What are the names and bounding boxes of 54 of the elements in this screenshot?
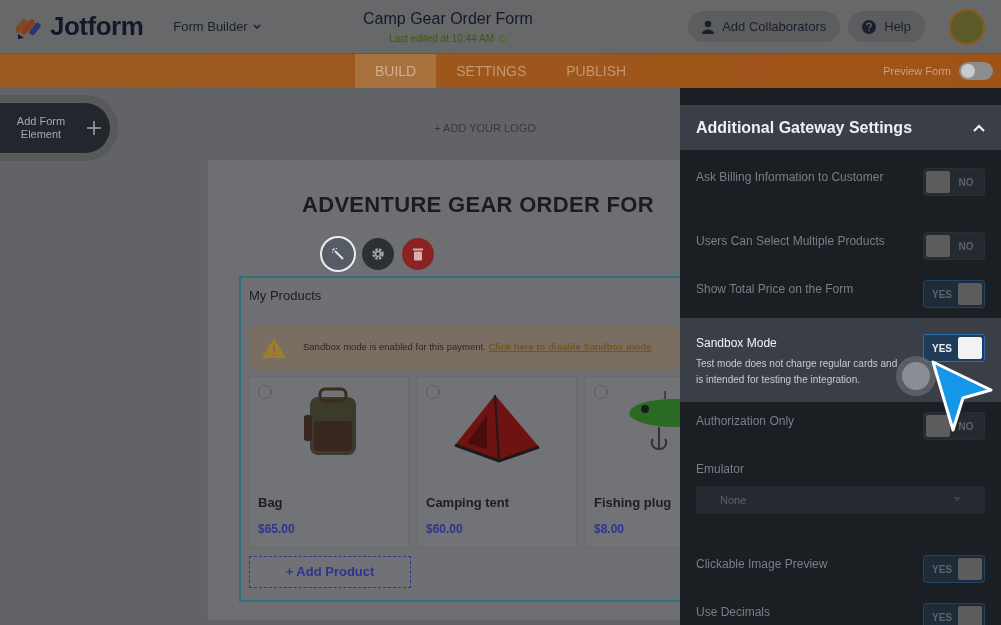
plus-icon — [86, 120, 102, 136]
form-heading: ADVENTURE GEAR ORDER FOR — [301, 191, 655, 219]
tab[interactable]: PUBLISH — [546, 54, 647, 88]
setting-label: Show Total Price on the Form — [696, 281, 854, 298]
refresh-icon — [498, 34, 507, 43]
delete-button[interactable] — [401, 238, 434, 270]
preview-toggle[interactable] — [959, 62, 993, 80]
setting-label: Ask Billing Information to Customer — [696, 169, 884, 186]
person-icon — [702, 19, 715, 34]
setting-label: Sandbox Mode — [696, 335, 778, 352]
panel-header[interactable]: Additional Gateway Settings — [680, 105, 1001, 150]
toggle-switch[interactable]: NO — [923, 168, 985, 196]
add-collaborators-button[interactable]: Add Collaborators — [688, 10, 841, 43]
help-button[interactable]: Help — [848, 10, 925, 43]
magic-wand-button[interactable] — [321, 238, 354, 270]
form-builder-menu[interactable]: Form Builder — [167, 15, 268, 38]
panel-title: Additional Gateway Settings — [696, 117, 913, 138]
gear-icon — [370, 247, 385, 261]
product-price: $65.00 — [258, 521, 296, 538]
toggle-switch[interactable]: NO — [923, 232, 985, 260]
magic-wand-icon — [330, 247, 345, 261]
product-name: Camping tent — [426, 493, 511, 512]
tab[interactable]: BUILD — [355, 54, 437, 88]
last-edited-text: Last edited at 10:44 AM — [388, 32, 494, 46]
form-title: Camp Gear Order Form — [363, 9, 533, 29]
preview-form-label: Preview Form — [883, 63, 951, 79]
warning-icon — [261, 336, 287, 359]
warning-text: Sandbox mode is enabled for this payment. Click here to disable Sandbox mode — [303, 340, 652, 355]
toggle-switch[interactable]: YES — [923, 555, 985, 583]
product-price: $60.00 — [426, 521, 464, 538]
setting-label: Use Decimals — [696, 604, 770, 621]
brand-name: Jotform — [50, 10, 144, 43]
toggle-switch[interactable]: NO — [923, 412, 985, 440]
tab[interactable]: SETTINGS — [436, 54, 547, 88]
setting-label: Clickable Image Preview — [696, 556, 828, 573]
toggle-switch[interactable]: YES — [923, 334, 985, 362]
setting-description: Test mode does not charge regular cards and is intended for testing the integration. — [696, 357, 899, 387]
toggle-switch[interactable]: YES — [923, 280, 985, 308]
product-name: Fishing plug — [594, 493, 673, 512]
cursor-icon — [929, 360, 993, 434]
trash-icon — [411, 247, 424, 261]
product-price: $8.00 — [594, 521, 626, 538]
disable-sandbox-link[interactable]: Click here to disable Sandbox mode — [488, 341, 652, 353]
emulator-dropdown[interactable]: None — [696, 486, 985, 514]
caret-icon — [251, 21, 262, 32]
setting-label: Authorization Only — [696, 413, 795, 430]
setting-label: Emulator — [696, 461, 746, 478]
setting-label: Users Can Select Multiple Products — [696, 233, 885, 250]
toggle-switch[interactable]: YES — [923, 603, 985, 625]
add-product-button[interactable]: + Add Product — [249, 555, 411, 588]
settings-button[interactable] — [361, 238, 394, 270]
help-icon — [862, 19, 877, 34]
product-name: Bag — [258, 493, 284, 512]
widget-title: My Products — [249, 287, 323, 305]
